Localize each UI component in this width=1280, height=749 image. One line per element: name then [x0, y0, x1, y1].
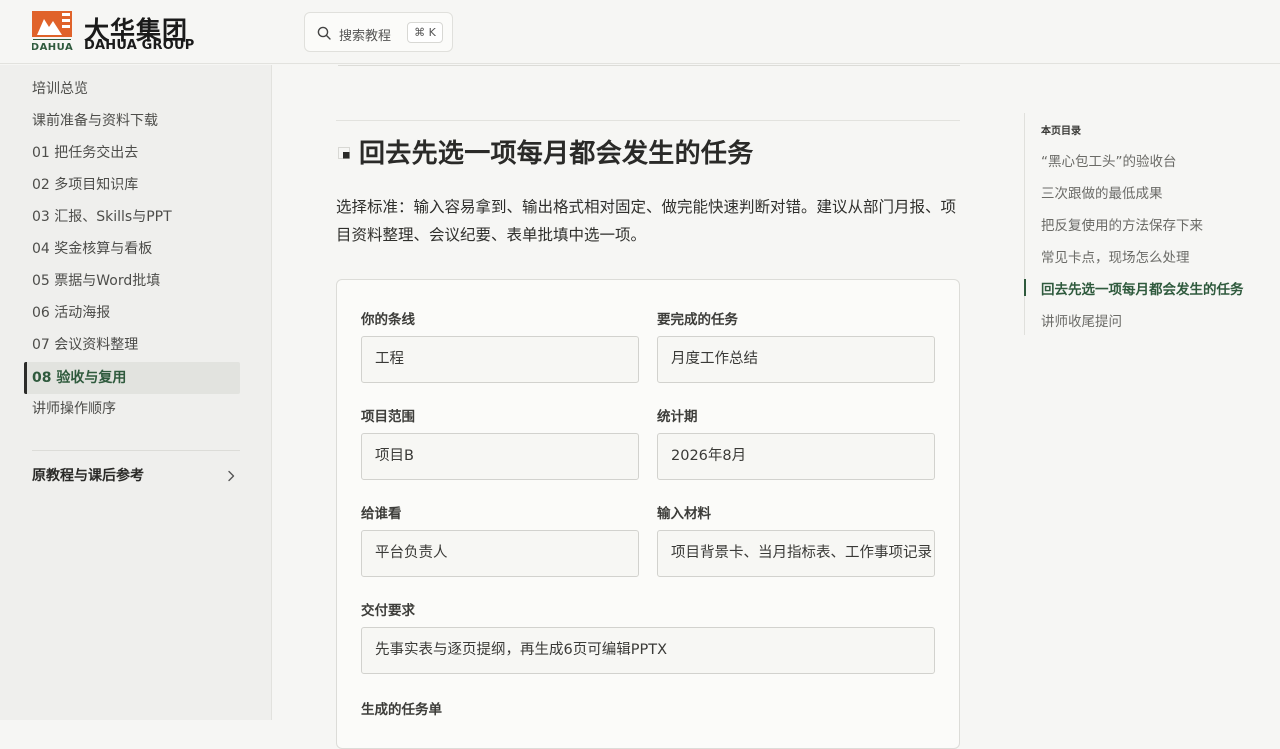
heading-anchor-icon[interactable]: [338, 147, 350, 159]
sidebar-item-08-active[interactable]: 08 验收与复用: [24, 362, 240, 394]
toc-item-closing-questions[interactable]: 讲师收尾提问: [1041, 310, 1251, 330]
brand-logo[interactable]: DAHUA 大华集团 DAHUA GROUP: [32, 11, 202, 53]
sidebar-item-07[interactable]: 07 会议资料整理: [24, 329, 240, 361]
field-label-line: 你的条线: [361, 312, 415, 328]
task-form-card: 你的条线 工程 要完成的任务 月度工作总结 项目范围 项目B 统计期 2026年…: [336, 279, 960, 749]
dahua-logo-icon: DAHUA: [32, 11, 73, 53]
sidebar: 培训总览 课前准备与资料下载 01 把任务交出去 02 多项目知识库 03 汇报…: [0, 65, 272, 720]
sidebar-item-03[interactable]: 03 汇报、Skills与PPT: [24, 201, 240, 233]
sidebar-item-06[interactable]: 06 活动海报: [24, 297, 240, 329]
sidebar-item-02[interactable]: 02 多项目知识库: [24, 169, 240, 201]
search-placeholder: 搜索教程: [339, 29, 392, 44]
sidebar-group-reference[interactable]: 原教程与课后参考: [32, 461, 240, 491]
toc-active-indicator: [1024, 279, 1026, 296]
toc-title: 本页目录: [1041, 126, 1081, 137]
task-input[interactable]: 月度工作总结: [657, 336, 935, 383]
search-shortcut-badge: ⌘ K: [407, 22, 443, 43]
section-heading: 回去先选一项每月都会发生的任务: [359, 139, 754, 169]
top-bar: DAHUA 大华集团 DAHUA GROUP 搜索教程 ⌘ K: [0, 0, 1280, 64]
sidebar-item-overview[interactable]: 培训总览: [24, 73, 240, 105]
toc-item-save-method[interactable]: 把反复使用的方法保存下来: [1041, 214, 1251, 234]
field-label-task: 要完成的任务: [657, 312, 738, 328]
output-label: 生成的任务单: [361, 702, 442, 718]
search-icon: [317, 26, 331, 40]
sidebar-item-instructor[interactable]: 讲师操作顺序: [24, 393, 240, 425]
section-paragraph: 选择标准：输入容易拿到、输出格式相对固定、做完能快速判断对错。建议从部门月报、项…: [336, 198, 957, 244]
brand-name-en: DAHUA GROUP: [84, 38, 195, 53]
field-label-period: 统计期: [657, 409, 698, 425]
section-divider: [336, 120, 960, 121]
sidebar-item-01[interactable]: 01 把任务交出去: [24, 137, 240, 169]
sidebar-divider: [32, 450, 240, 451]
field-label-audience: 给谁看: [361, 506, 402, 522]
previous-section-border: [338, 65, 960, 66]
toc-item-results[interactable]: 三次跟做的最低成果: [1041, 182, 1251, 202]
sidebar-item-prep[interactable]: 课前准备与资料下载: [24, 105, 240, 137]
sidebar-item-04[interactable]: 04 奖金核算与看板: [24, 233, 240, 265]
scope-input[interactable]: 项目B: [361, 433, 639, 480]
search-button[interactable]: 搜索教程 ⌘ K: [304, 12, 453, 52]
field-label-scope: 项目范围: [361, 409, 415, 425]
requirement-input[interactable]: 先事实表与逐页提纲，再生成6页可编辑PPTX: [361, 627, 935, 674]
toc-item-choose-task[interactable]: 回去先选一项每月都会发生的任务: [1041, 278, 1251, 298]
inputs-input[interactable]: 项目背景卡、当月指标表、工作事项记录: [657, 530, 935, 577]
audience-input[interactable]: 平台负责人: [361, 530, 639, 577]
sidebar-item-05[interactable]: 05 票据与Word批填: [24, 265, 240, 297]
page-toc: 本页目录 “黑心包工头”的验收台 三次跟做的最低成果 把反复使用的方法保存下来 …: [1024, 113, 1264, 335]
main-content: 回去先选一项每月都会发生的任务 选择标准：输入容易拿到、输出格式相对固定、做完能…: [272, 65, 1012, 749]
chevron-right-icon: [228, 470, 235, 482]
svg-text:DAHUA: DAHUA: [32, 42, 73, 53]
toc-item-acceptance[interactable]: “黑心包工头”的验收台: [1041, 150, 1251, 170]
toc-item-blockers[interactable]: 常见卡点，现场怎么处理: [1041, 246, 1251, 266]
field-label-requirement: 交付要求: [361, 603, 415, 619]
sidebar-group-label: 原教程与课后参考: [32, 468, 144, 484]
period-input[interactable]: 2026年8月: [657, 433, 935, 480]
line-input[interactable]: 工程: [361, 336, 639, 383]
field-label-inputs: 输入材料: [657, 506, 711, 522]
